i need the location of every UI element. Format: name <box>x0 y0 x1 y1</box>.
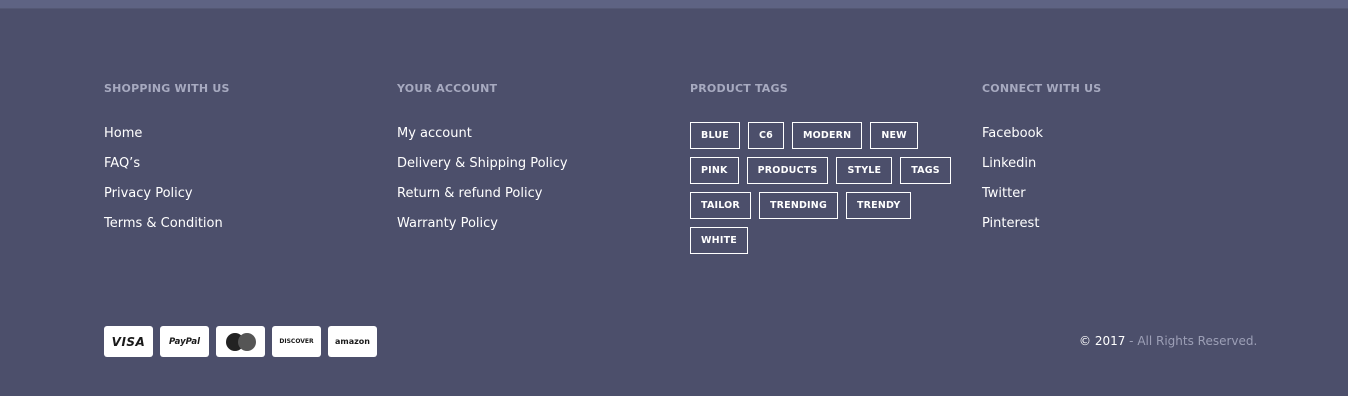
footer-link-home[interactable]: Home <box>104 125 223 155</box>
amazon-label: amazon <box>335 337 370 346</box>
footer-link-privacy-policy[interactable]: Privacy Policy <box>104 185 223 215</box>
link-label[interactable]: Terms & Condition <box>104 216 223 231</box>
column-title: SHOPPING WITH US <box>104 82 230 95</box>
tag-white[interactable]: WHITE <box>690 227 748 254</box>
footer-link-facebook[interactable]: Facebook <box>982 125 1043 155</box>
amazon-icon: amazon <box>328 326 377 357</box>
tag-c6[interactable]: C6 <box>747 122 784 149</box>
tag-new[interactable]: NEW <box>870 122 918 149</box>
mastercard-circle-right <box>237 332 256 351</box>
footer-link-my-account[interactable]: My account <box>397 125 568 155</box>
footer-link-linkedin[interactable]: Linkedin <box>982 155 1043 185</box>
footer-link-twitter[interactable]: Twitter <box>982 185 1043 215</box>
link-list: Home FAQ’s Privacy Policy Terms & Condit… <box>104 125 223 245</box>
tag-row: BLUE C6 MODERN NEW <box>690 122 960 149</box>
tag-row: WHITE <box>690 227 960 254</box>
tag-tailor[interactable]: TAILOR <box>690 192 751 219</box>
tag-row: PINK PRODUCTS STYLE TAGS <box>690 157 960 184</box>
link-label[interactable]: FAQ’s <box>104 156 140 171</box>
link-list: My account Delivery & Shipping Policy Re… <box>397 125 568 245</box>
paypal-label: PayPal <box>168 336 201 347</box>
paypal-icon: PayPal <box>160 326 209 357</box>
tag-trending[interactable]: TRENDING <box>758 192 838 219</box>
footer-column-shopping: SHOPPING WITH US Home FAQ’s Privacy Poli… <box>104 82 230 231</box>
tag-tags[interactable]: TAGS <box>900 157 951 184</box>
tag-pink[interactable]: PINK <box>690 157 739 184</box>
tag-products[interactable]: PRODUCTS <box>746 157 829 184</box>
link-label[interactable]: Delivery & Shipping Policy <box>397 156 568 171</box>
tag-trendy[interactable]: TRENDY <box>845 192 912 219</box>
link-label[interactable]: Linkedin <box>982 156 1036 171</box>
column-title: PRODUCT TAGS <box>690 82 788 95</box>
link-label[interactable]: Twitter <box>982 186 1026 201</box>
mastercard-icon <box>216 326 265 357</box>
link-label[interactable]: Home <box>104 126 142 141</box>
site-footer: SHOPPING WITH US Home FAQ’s Privacy Poli… <box>0 0 1348 396</box>
link-label[interactable]: Facebook <box>982 126 1043 141</box>
link-label[interactable]: My account <box>397 126 472 141</box>
footer-link-warranty[interactable]: Warranty Policy <box>397 215 568 245</box>
footer-link-return-refund[interactable]: Return & refund Policy <box>397 185 568 215</box>
footer-link-terms[interactable]: Terms & Condition <box>104 215 223 245</box>
tag-style[interactable]: STYLE <box>836 157 893 184</box>
visa-icon: VISA <box>104 326 153 357</box>
footer-column-connect: CONNECT WITH US Facebook Linkedin Twitte… <box>982 82 1102 231</box>
copyright-notice: © 2017 - All Rights Reserved. <box>1079 334 1257 348</box>
tag-blue[interactable]: BLUE <box>690 122 740 149</box>
footer-link-pinterest[interactable]: Pinterest <box>982 215 1043 245</box>
footer-column-product-tags: PRODUCT TAGS BLUE C6 MODERN NEW PINK PRO… <box>690 82 951 254</box>
footer-top-border <box>0 0 1348 9</box>
column-title: CONNECT WITH US <box>982 82 1102 95</box>
footer-link-delivery-shipping[interactable]: Delivery & Shipping Policy <box>397 155 568 185</box>
copyright-year: © 2017 <box>1079 334 1126 348</box>
link-list: Facebook Linkedin Twitter Pinterest <box>982 125 1043 245</box>
copyright-text: - All Rights Reserved. <box>1125 334 1258 348</box>
visa-label: VISA <box>111 334 146 349</box>
tag-row: TAILOR TRENDING TRENDY <box>690 192 960 219</box>
column-title: YOUR ACCOUNT <box>397 82 498 95</box>
discover-icon: DISCOVER <box>272 326 321 357</box>
mastercard-circles <box>225 332 256 351</box>
link-label[interactable]: Warranty Policy <box>397 216 498 231</box>
payment-methods: VISA PayPal DISCOVER amazon <box>104 326 377 357</box>
tag-modern[interactable]: MODERN <box>791 122 863 149</box>
tag-cloud: BLUE C6 MODERN NEW PINK PRODUCTS STYLE T… <box>690 122 960 262</box>
footer-column-account: YOUR ACCOUNT My account Delivery & Shipp… <box>397 82 568 231</box>
link-label[interactable]: Return & refund Policy <box>397 186 542 201</box>
discover-label: DISCOVER <box>279 338 314 345</box>
link-label[interactable]: Pinterest <box>982 216 1039 231</box>
footer-link-faq[interactable]: FAQ’s <box>104 155 223 185</box>
link-label[interactable]: Privacy Policy <box>104 186 193 201</box>
